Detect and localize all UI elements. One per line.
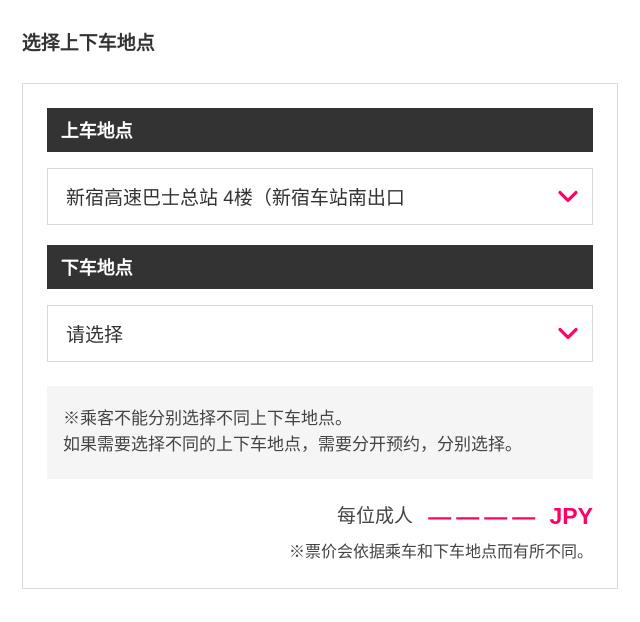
- note-line-2: 如果需要选择不同的上下车地点，需要分开预约，分别选择。: [63, 432, 577, 458]
- price-row: 每位成人 ―――― JPY: [47, 501, 593, 530]
- price-currency: JPY: [550, 503, 593, 529]
- chevron-down-icon: [558, 327, 578, 340]
- price-value: ――――: [428, 503, 540, 529]
- alighting-header: 下车地点: [47, 245, 593, 289]
- boarding-selected-value: 新宿高速巴士总站 4楼（新宿车站南出口: [66, 188, 405, 209]
- boarding-select[interactable]: 新宿高速巴士总站 4楼（新宿车站南出口: [47, 168, 593, 225]
- note-line-1: ※乘客不能分别选择不同上下车地点。: [63, 406, 577, 432]
- chevron-down-icon: [558, 190, 578, 203]
- page-title: 选择上下车地点: [0, 0, 640, 55]
- alighting-placeholder: 请选择: [66, 325, 123, 346]
- price-label: 每位成人: [337, 506, 413, 527]
- alighting-select[interactable]: 请选择: [47, 305, 593, 362]
- price-disclaimer: ※票价会依据乘车和下车地点而有所不同。: [47, 538, 593, 562]
- selection-panel: 上车地点 新宿高速巴士总站 4楼（新宿车站南出口 下车地点 请选择 ※乘客不能分…: [22, 83, 618, 589]
- boarding-header: 上车地点: [47, 108, 593, 152]
- restriction-note: ※乘客不能分别选择不同上下车地点。 如果需要选择不同的上下车地点，需要分开预约，…: [47, 386, 593, 479]
